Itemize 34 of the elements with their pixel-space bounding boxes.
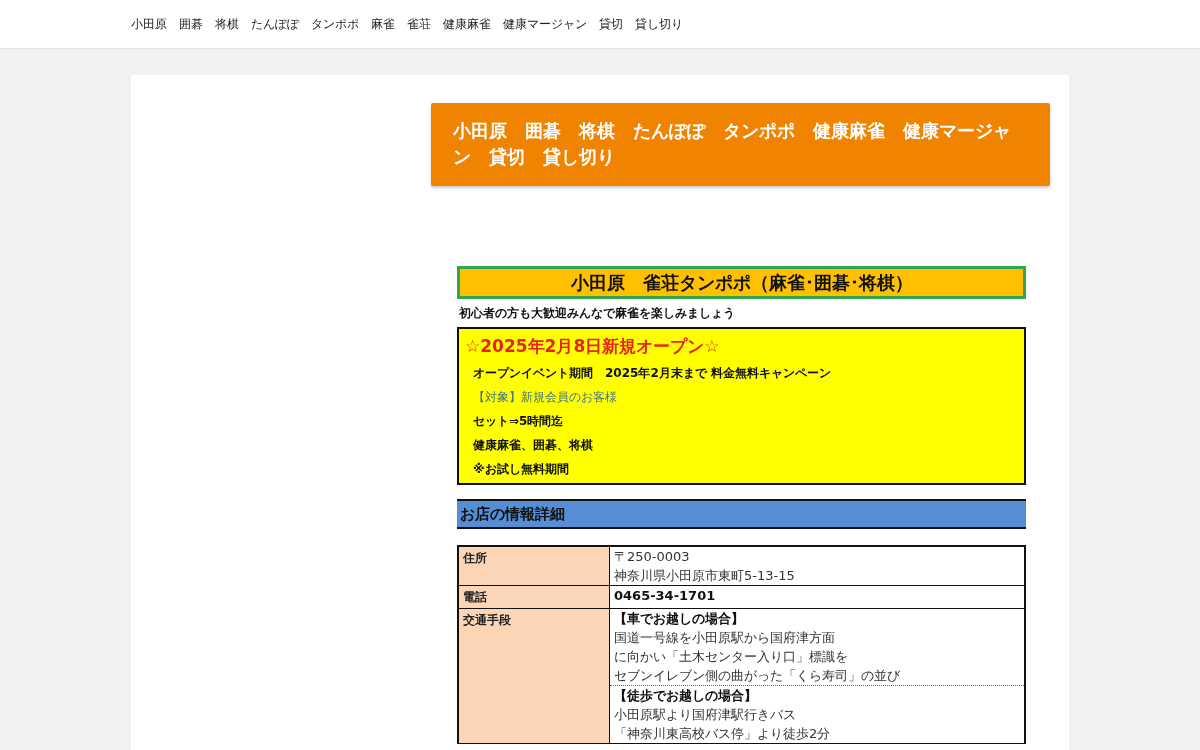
cell-text: 「神奈川東高校バス停」より徒歩2分 — [614, 725, 832, 743]
nav-link[interactable]: 貸切 — [599, 15, 623, 33]
nav-link[interactable]: 将棋 — [215, 15, 239, 33]
cell-text: 〒250-0003 — [614, 548, 691, 566]
nav-link[interactable]: 麻雀 — [371, 15, 395, 33]
cell-text: 【車でお越しの場合】 — [614, 610, 745, 628]
section-header: お店の情報詳細 — [457, 499, 1026, 529]
cell-text: 0465-34-1701 — [614, 587, 717, 605]
promo-headline: ☆2025年2月8日新規オープン☆ — [465, 335, 721, 358]
nav-link[interactable]: 健康麻雀 — [443, 15, 491, 33]
promo-text: ※お試し無料期間 — [472, 461, 570, 478]
nav-link[interactable]: タンポポ — [311, 15, 359, 33]
promo-text: オープンイベント期間 2025年2月末まで 料金無料キャンペーン — [472, 365, 832, 382]
nav-link[interactable]: たんぽぽ — [251, 15, 299, 33]
cell-text: 小田原駅より国府津駅行きバス — [614, 706, 797, 724]
cell-text: 国道一号線を小田原駅から国府津方面 — [614, 629, 836, 647]
flyer-title: 小田原 雀荘タンポポ（麻雀･囲碁･将棋） — [457, 266, 1026, 299]
cell-text: 神奈川県小田原市東町5-13-15 — [614, 567, 796, 585]
nav-link[interactable]: 健康マージャン — [503, 15, 587, 33]
nav-link[interactable]: 雀荘 — [407, 15, 431, 33]
table-cell: 住所 — [459, 547, 610, 585]
cell-text: に向かい「土木センター入り口」標識を — [614, 648, 849, 666]
page-heading: 小田原 囲碁 将棋 たんぽぽ タンポポ 健康麻雀 健康マージャン 貸切 貸し切り — [431, 103, 1050, 186]
promo-text: 【対象】新規会員のお客様 — [472, 389, 618, 406]
table-cell: 交通手段 — [459, 609, 610, 743]
cell-text: セブンイレブン側の曲がった「くら寿司」の並び — [614, 667, 901, 685]
promo-text: 健康麻雀、囲碁、将棋 — [472, 437, 594, 454]
table-cell: 電話 — [459, 586, 610, 608]
cell-text: 【徒歩でお越しの場合】 — [614, 687, 758, 705]
nav-link[interactable]: 小田原 — [131, 15, 167, 33]
promo-text: セット⇒5時間迄 — [472, 413, 565, 430]
nav-link[interactable]: 貸し切り — [635, 15, 683, 33]
flyer-subtitle: 初心者の方も大歓迎みんなで麻雀を楽しみましょう — [458, 305, 736, 322]
nav-link[interactable]: 囲碁 — [179, 15, 203, 33]
